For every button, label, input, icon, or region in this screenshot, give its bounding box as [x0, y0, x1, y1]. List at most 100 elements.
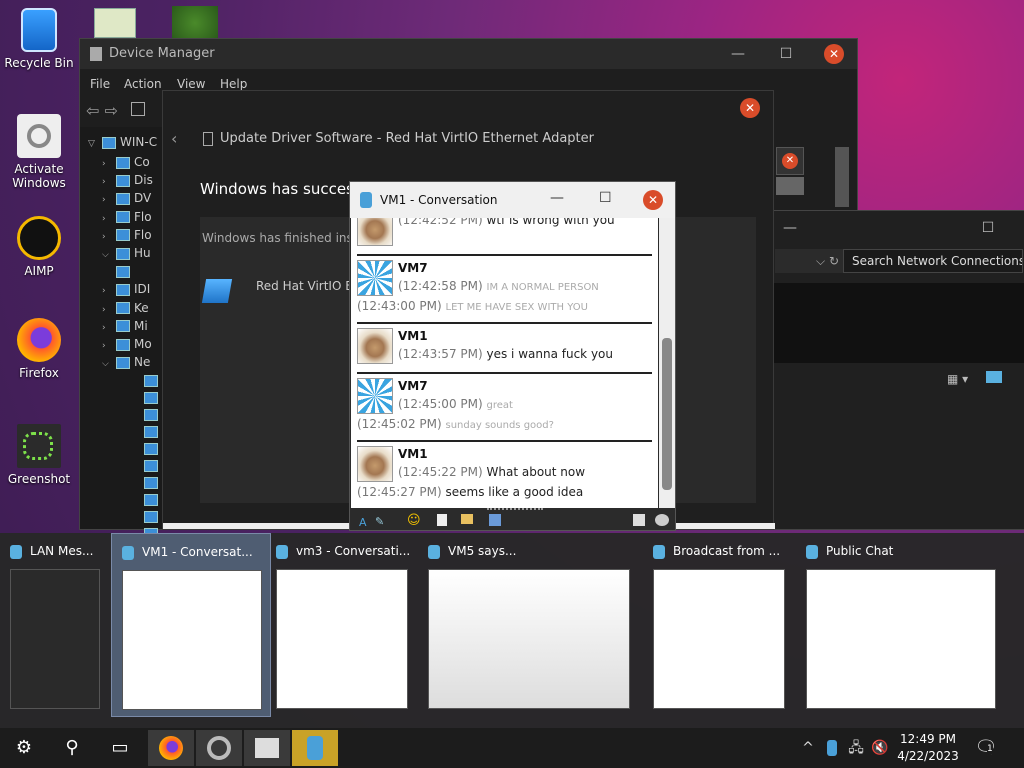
activate-windows-shortcut[interactable]: Activate Windows — [2, 114, 76, 190]
start-button[interactable]: ⚙ — [4, 730, 44, 766]
font-icon[interactable]: A — [359, 516, 367, 529]
lan-messenger-icon — [10, 544, 22, 559]
search-button[interactable]: ⚲ — [52, 730, 92, 766]
tree-item[interactable]: › Flo — [102, 208, 152, 226]
task-view-button[interactable]: ▭ — [100, 730, 140, 766]
minimize-button[interactable]: — — [715, 39, 761, 69]
lan-messenger-icon — [428, 544, 440, 559]
close-icon[interactable]: ✕ — [782, 153, 798, 169]
close-button[interactable]: ✕ — [643, 190, 663, 210]
task-switcher-item[interactable]: VM1 - Conversat... — [111, 533, 271, 717]
lan-messenger-icon — [806, 544, 818, 559]
network-adapter-item[interactable] — [144, 490, 162, 508]
clock[interactable]: 12:49 PM 4/22/2023 — [892, 731, 964, 765]
tree-item[interactable]: › Mi — [102, 317, 148, 335]
device-manager-icon — [90, 47, 102, 61]
search-input[interactable]: Search Network Connections — [843, 249, 1023, 273]
taskbar-network-app[interactable] — [244, 730, 290, 766]
taskbar-lan-messenger[interactable] — [292, 730, 338, 766]
task-switcher-item[interactable]: vm3 - Conversati... — [266, 533, 418, 717]
network-adapter-item[interactable] — [144, 456, 162, 474]
menu-file[interactable]: File — [90, 77, 110, 91]
nested-close-area: ✕ — [776, 147, 804, 175]
aimp-icon — [17, 216, 61, 260]
network-adapter-item[interactable] — [144, 371, 162, 389]
task-title: Public Chat — [806, 541, 1006, 561]
network-adapter-item[interactable] — [144, 439, 162, 457]
file-icon[interactable] — [437, 514, 447, 526]
broadcast-icon[interactable] — [655, 514, 669, 526]
scrollbar-thumb[interactable] — [662, 338, 672, 490]
taskbar-firefox[interactable] — [148, 730, 194, 766]
history-icon[interactable] — [633, 514, 645, 526]
greenshot-shortcut[interactable]: Greenshot — [2, 424, 76, 486]
recycle-bin-shortcut[interactable]: Recycle Bin — [2, 8, 76, 70]
network-adapter-item[interactable] — [144, 507, 162, 525]
lan-messenger-icon — [827, 740, 837, 756]
notification-button[interactable]: 🗨 1 — [974, 728, 998, 768]
task-switcher-item[interactable]: Broadcast from ... — [643, 533, 795, 717]
properties-icon[interactable] — [131, 102, 145, 116]
menu-help[interactable]: Help — [220, 77, 247, 91]
tray-lan-messenger[interactable] — [822, 728, 842, 768]
resize-grip[interactable] — [487, 508, 543, 512]
task-switcher-item[interactable]: Public Chat — [796, 533, 1006, 717]
tree-item[interactable]: ⌵ Ne — [102, 353, 150, 371]
maximize-button[interactable]: ☐ — [763, 39, 809, 69]
maximize-button[interactable]: ☐ — [965, 213, 1011, 243]
message-text: yes i wanna fuck you — [486, 347, 614, 361]
task-switcher-item[interactable]: VM5 says... — [418, 533, 640, 717]
network-adapter-icon — [144, 476, 158, 489]
save-icon[interactable] — [489, 514, 501, 526]
toolbar: ⇦ ⇨ — [86, 101, 145, 120]
tree-item[interactable]: › Mo — [102, 335, 152, 353]
message-scrollbar[interactable] — [659, 218, 675, 508]
tree-root[interactable]: ▽ WIN-C — [88, 133, 157, 151]
aimp-shortcut[interactable]: AIMP — [2, 216, 76, 278]
network-adapter-item[interactable] — [144, 388, 162, 406]
firefox-shortcut[interactable]: Firefox — [2, 318, 76, 380]
tree-shortcut-icon[interactable] — [172, 6, 218, 40]
network-icon[interactable]: 🖧 — [846, 728, 866, 768]
smiley-icon[interactable]: ☺ — [407, 513, 421, 528]
taskbar-settings[interactable] — [196, 730, 242, 766]
scrollbar[interactable] — [835, 147, 849, 207]
network-adapter-item[interactable] — [144, 473, 162, 491]
folder-icon[interactable] — [461, 514, 473, 524]
tree-item[interactable] — [102, 262, 134, 280]
network-adapter-item[interactable] — [144, 405, 162, 423]
volume-muted-icon[interactable]: 🔇 — [870, 728, 890, 768]
conversation-titlebar: VM1 - Conversation — ☐ ✕ — [350, 182, 675, 218]
tree-item[interactable]: › Dis — [102, 171, 153, 189]
show-hidden-icons-button[interactable]: ^ — [798, 728, 818, 768]
tree-item[interactable]: › Flo — [102, 226, 152, 244]
desktop-icon-label: Greenshot — [7, 472, 71, 486]
address-bar[interactable]: ⌵ ↻ — [775, 249, 845, 273]
task-title: VM1 - Conversat... — [122, 542, 272, 562]
tree-item[interactable]: › IDI — [102, 280, 150, 298]
dialog-headline: Windows has success — [200, 180, 362, 198]
back-arrow-icon[interactable]: ⇦ — [86, 101, 99, 120]
tree-item[interactable]: ⌵ Hu — [102, 244, 151, 262]
network-adapter-icon — [144, 442, 158, 455]
task-thumbnail — [806, 569, 996, 709]
message-timestamp: (12:45:27 PM) — [357, 485, 442, 499]
network-adapter-item[interactable] — [144, 422, 162, 440]
task-switcher-item[interactable]: LAN Mes... — [0, 533, 110, 717]
menu-action[interactable]: Action — [124, 77, 162, 91]
clock-time: 12:49 PM — [900, 732, 956, 746]
tree-item[interactable]: › Ke — [102, 299, 149, 317]
close-button[interactable]: ✕ — [811, 39, 857, 69]
forward-arrow-icon[interactable]: ⇨ — [105, 101, 118, 120]
menu-view[interactable]: View — [177, 77, 205, 91]
view-options[interactable]: ▦ ▾ — [947, 371, 1002, 386]
window-title: Device Manager — [109, 46, 215, 61]
maximize-button[interactable]: ☐ — [599, 190, 612, 206]
notepad-shortcut-icon[interactable] — [94, 8, 136, 38]
tree-item[interactable]: › DV — [102, 189, 151, 207]
back-arrow-icon[interactable]: ‹ — [171, 129, 177, 148]
close-button[interactable]: ✕ — [727, 93, 773, 123]
color-icon[interactable]: ✎ — [375, 515, 384, 528]
minimize-button[interactable]: — — [550, 190, 564, 206]
tree-item[interactable]: › Co — [102, 153, 150, 171]
